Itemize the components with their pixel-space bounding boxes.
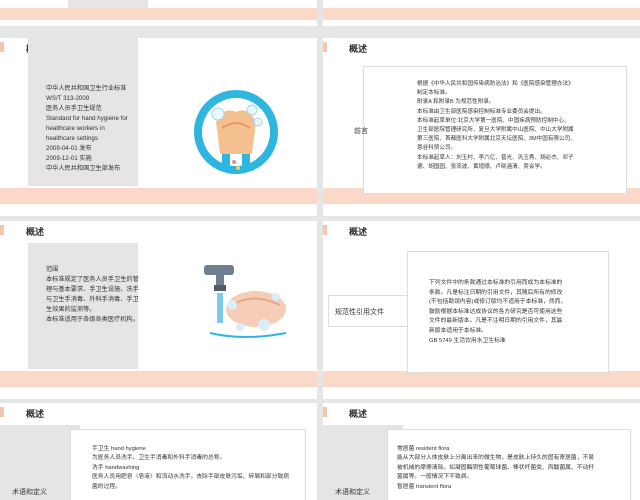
section-label: 前言 <box>354 128 368 135</box>
text-line: 暂居菌 transient flora <box>397 483 452 490</box>
text-line: 医务人员用肥皂（皂液）和流动水洗手，去除手部皮肤污垢、碎屑和部分致病 <box>92 474 290 481</box>
text-line: 菌属等。一般情况下不致病。 <box>397 474 473 481</box>
text-line: 条款。凡是标注日期的引用文件，其随后所有的修改 <box>429 289 563 296</box>
text-line: 下列文件中的条款通过本标准的引用而成为本标准的 <box>429 280 563 286</box>
slide-3[interactable]: 概述 中华人民共和国卫生行业标准 WS/T 313-2009 医务人员手卫生规范… <box>0 38 317 216</box>
text-line: healthcare workers in <box>46 125 105 132</box>
slide-1-partial[interactable] <box>0 0 317 26</box>
text-line: 手卫生 hand hygiene <box>92 446 146 452</box>
text-line: 常居菌 resident flora <box>397 446 450 452</box>
text-line: 新版本适用于本标准。 <box>429 327 487 334</box>
text-line: 为医务人员洗手、卫生手消毒和外科手消毒的总称。 <box>92 455 226 462</box>
title-accent <box>0 407 4 417</box>
peach-band <box>0 8 317 20</box>
section-label: 术语和定义 <box>335 489 370 496</box>
text-line: 制定本标准。 <box>417 90 451 97</box>
text-line: 与卫生手消毒、外科手消毒、手卫 <box>46 296 139 303</box>
section-label: 术语和定义 <box>12 489 47 496</box>
section-label: 规范性引用文件 <box>335 309 384 316</box>
slide-8[interactable]: 概述 术语和定义 常居菌 resident flora 能从大部分人体皮肤上分离… <box>323 403 640 500</box>
text-line: 卫生部医院管理研究所、复旦大学附属中山医院、中山大学附属 <box>417 127 574 134</box>
text-line: 本标准起草人：刘玉村、李六亿、曾光、巩玉秀、胡必杰、邓子 <box>417 154 574 161</box>
text-line: 生效果的监测等。 <box>46 306 96 313</box>
slide-title: 概述 <box>26 409 45 419</box>
text-line: 理与基本要求、手卫生设施、洗手 <box>46 286 139 293</box>
slide-5[interactable]: 概述 范围 本标准规定了医务人员手卫生的管 理与基本要求、手卫生设施、洗手 与卫… <box>0 221 317 399</box>
text-line: (不包括勘误内容)或修订版均不适用于本标准，然而， <box>429 299 567 306</box>
scope-text: 范围 本标准规定了医务人员手卫生的管 理与基本要求、手卫生设施、洗手 与卫生手消… <box>46 265 139 325</box>
text-line: 本标准起草单位:北京大学第一医院、中国疾病预防控制中心、 <box>417 117 570 124</box>
faucet-illustration <box>204 265 287 338</box>
text-line: 鼓励根据本标准达成协议的各方研究是否可使用这些 <box>429 308 563 315</box>
text-line: 本标准适用于各级各类医疗机构。 <box>46 316 139 323</box>
slide-title: 概述 <box>349 409 368 419</box>
text-line: 洗手 handwashing <box>92 464 140 471</box>
text-line: 德、胡国园、张流波、黄增顺、卢晓涵清、贾会学。 <box>417 163 546 170</box>
text-line: 范围 <box>46 266 59 273</box>
title-accent <box>323 225 327 235</box>
text-line: 2009-12-01 实施 <box>46 155 92 162</box>
text-line: GB 5749 生活饮用水卫生标准 <box>429 337 506 344</box>
text-line: healthcare settings <box>46 135 98 142</box>
title-accent <box>323 42 327 52</box>
slide-title: 概述 <box>26 227 45 237</box>
text-line: 第三医院、首都医科大学附属北京天坛医院、3M中国有限公司、 <box>417 136 576 143</box>
title-accent <box>0 225 4 235</box>
terms-text: 手卫生 hand hygiene 为医务人员洗手、卫生手消毒和外科手消毒的总称。… <box>92 445 289 492</box>
text-line: 中华人民共和国卫生行业标准 <box>46 85 127 92</box>
text-line: 本标准由卫生部医院感染控制标准专业委员会提出。 <box>417 108 546 115</box>
text-line: 中华人民共和国卫生部发布 <box>46 165 121 172</box>
slide-6[interactable]: 概述 规范性引用文件 下列文件中的条款通过本标准的引用而成为本标准的 条款。凡是… <box>323 221 640 399</box>
title-accent <box>323 407 327 417</box>
gray-block <box>68 0 148 8</box>
slide-title: 概述 <box>349 227 368 237</box>
text-line: 能从大部分人体皮肤上分离出来的微生物，是皮肤上持久的固有寄居菌，不易 <box>397 455 595 462</box>
terms-text: 常居菌 resident flora 能从大部分人体皮肤上分离出来的微生物，是皮… <box>397 445 594 492</box>
peach-band <box>0 371 317 387</box>
handwash-illustration <box>194 90 278 174</box>
peach-band <box>0 188 317 204</box>
text-line: 菌的过程。 <box>92 483 121 490</box>
text-line: Standard for hand hygiene for <box>46 115 128 122</box>
text-line: 文件的最新版本。凡是不注明日期的引用文件，其最 <box>429 318 563 325</box>
standard-info: 中华人民共和国卫生行业标准 WS/T 313-2009 医务人员手卫生规范 St… <box>46 84 128 174</box>
text-line: 被机械的摩擦清除。如凝固酶阴性葡萄球菌、棒状杆菌类、丙酸菌属、不动杆 <box>397 464 595 471</box>
text-line: 恩谷科贸公司。 <box>417 145 457 152</box>
text-line: 2009-04-01 发布 <box>46 145 92 152</box>
text-line: 本标准规定了医务人员手卫生的管 <box>46 276 139 283</box>
text-line: 附录A 和附录B 为规范性附录。 <box>417 99 495 106</box>
references-text: 下列文件中的条款通过本标准的引用而成为本标准的 条款。凡是标注日期的引用文件，其… <box>429 279 566 346</box>
peach-band <box>323 371 640 387</box>
peach-band <box>323 8 640 20</box>
text-line: 医务人员手卫生规范 <box>46 105 102 112</box>
slide-title: 概述 <box>349 44 368 54</box>
text-line: WS/T 313-2009 <box>46 95 90 102</box>
slide-4[interactable]: 概述 前言 根据《中华人民共和国传染病防治法》和《医院感染管理办法》 制定本标准… <box>323 38 640 216</box>
preface-text: 根据《中华人民共和国传染病防治法》和《医院感染管理办法》 制定本标准。 附录A … <box>417 80 576 172</box>
slide-7[interactable]: 概述 术语和定义 手卫生 hand hygiene 为医务人员洗手、卫生手消毒和… <box>0 403 317 500</box>
slide-2-partial[interactable] <box>323 0 640 26</box>
title-accent <box>0 42 4 52</box>
text-line: 根据《中华人民共和国传染病防治法》和《医院感染管理办法》 <box>417 81 574 87</box>
